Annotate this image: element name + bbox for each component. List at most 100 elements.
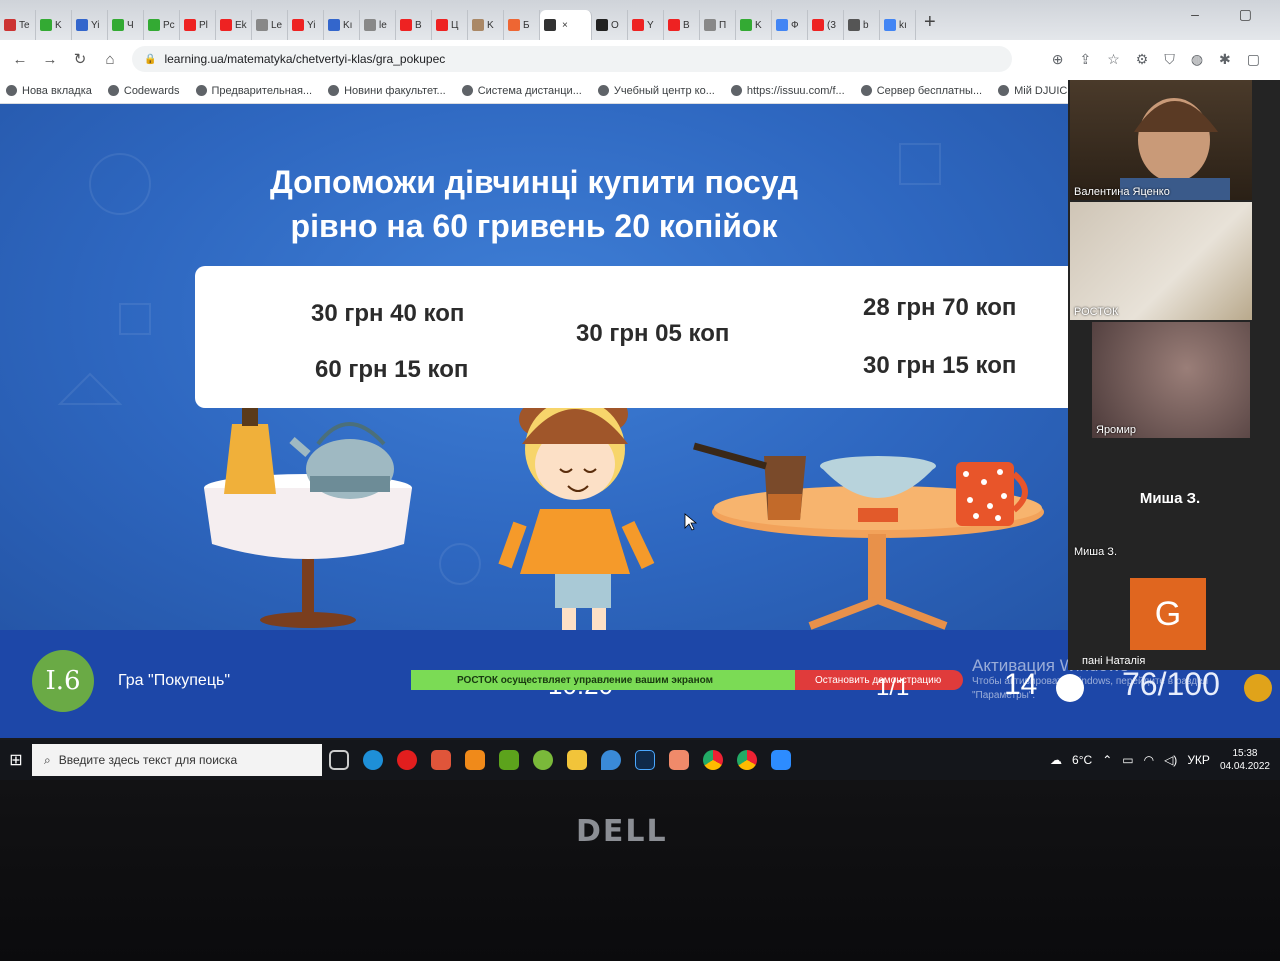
tab-favicon-icon <box>704 19 716 31</box>
new-tab-button[interactable]: + <box>924 11 936 34</box>
browser-tab[interactable]: B <box>396 10 432 40</box>
puzzle-icon[interactable]: ✱ <box>1219 51 1231 68</box>
vlc-icon[interactable] <box>458 740 492 780</box>
bookmark-label: Нова вкладка <box>22 84 92 97</box>
browser-tab[interactable]: Ц <box>432 10 468 40</box>
utorrent-icon[interactable] <box>526 740 560 780</box>
app-icon[interactable] <box>424 740 458 780</box>
tab-label: kı <box>899 19 907 31</box>
price-kettle: 30 грн 40 коп <box>311 300 465 327</box>
browser-tab[interactable]: Kı <box>324 10 360 40</box>
language-indicator[interactable]: УКР <box>1187 753 1210 767</box>
forward-icon[interactable]: → <box>42 51 58 68</box>
chrome-icon[interactable] <box>730 740 764 780</box>
bookmark-icon <box>730 85 742 96</box>
browser-tab[interactable]: b <box>844 10 880 40</box>
browser-tab[interactable]: K <box>468 10 504 40</box>
bookmark-item[interactable]: https://issuu.com/f... <box>730 85 845 97</box>
browser-tab[interactable]: (3 <box>808 10 844 40</box>
browser-tab[interactable]: K <box>736 10 772 40</box>
task-view-icon[interactable] <box>322 740 356 780</box>
reload-icon[interactable]: ↻ <box>72 50 88 68</box>
browser-tab[interactable]: O <box>592 10 628 40</box>
browser-tab[interactable]: Ek <box>216 10 252 40</box>
browser-tab[interactable]: B <box>664 10 700 40</box>
tab-favicon-icon <box>364 19 376 31</box>
window-controls[interactable]: – ▢ <box>1191 6 1270 23</box>
participant-tile[interactable]: Миша З. Миша З. <box>1070 460 1252 560</box>
browser-tab[interactable]: Yi <box>72 10 108 40</box>
tab-favicon-icon <box>112 19 124 31</box>
volume-icon[interactable]: ◁) <box>1164 753 1177 767</box>
star-icon[interactable]: ☆ <box>1107 51 1120 68</box>
browser-tab[interactable]: Te <box>0 10 36 40</box>
shield-icon[interactable]: ⛉ <box>1164 51 1175 68</box>
opera-icon[interactable] <box>390 740 424 780</box>
girl-character <box>498 398 655 630</box>
home-icon[interactable]: ⌂ <box>102 51 118 68</box>
search-icon: ⌕ <box>44 752 51 767</box>
bookmark-item[interactable]: Codewards <box>107 85 180 97</box>
game-canvas[interactable]: Допоможи дівчинці купити посуд рівно на … <box>0 104 1068 630</box>
clock[interactable]: 15:38 04.04.2022 <box>1220 747 1270 773</box>
participant-name: Валентина Яценко <box>1074 186 1170 198</box>
nvidia-icon[interactable] <box>492 740 526 780</box>
windows-start-icon[interactable]: ⊞ <box>0 740 32 780</box>
participant-tile[interactable]: Яромир <box>1092 322 1250 438</box>
edge-icon[interactable] <box>356 740 390 780</box>
bookmark-item[interactable]: Новини факультет... <box>328 85 446 97</box>
bookmark-item[interactable]: Учебный центр ко... <box>597 85 715 97</box>
tab-label: Yi <box>91 19 100 31</box>
globe-icon[interactable]: ◍ <box>1191 51 1203 68</box>
tab-label: Y <box>647 19 654 31</box>
browser-tab[interactable]: le <box>360 10 396 40</box>
browser-tab[interactable]: Pc <box>144 10 180 40</box>
tab-favicon-icon <box>292 19 304 31</box>
tab-label: Б <box>523 19 530 31</box>
sidebar-icon[interactable]: ▢ <box>1247 51 1260 68</box>
taskbar-search[interactable]: ⌕ Введите здесь текст для поиска <box>32 744 322 776</box>
browser-tab[interactable]: Ф <box>772 10 808 40</box>
browser-tab[interactable]: Le <box>252 10 288 40</box>
close-tab-icon[interactable]: × <box>562 20 568 31</box>
browser-tab[interactable]: Y <box>628 10 664 40</box>
wifi-icon[interactable]: ◠ <box>1144 753 1154 767</box>
tab-label: Pc <box>163 19 175 31</box>
browser-tab[interactable]: Pl <box>180 10 216 40</box>
zoom-icon[interactable] <box>764 740 798 780</box>
share-icon[interactable]: ⇪ <box>1079 51 1091 68</box>
bookmark-icon <box>328 85 340 96</box>
weather-icon[interactable]: ☁ <box>1050 753 1062 767</box>
extension-icon[interactable]: ⚙ <box>1136 51 1149 68</box>
participants-panel: Валентина Яценко РОСТОК Яромир Миша З. М… <box>1068 80 1280 670</box>
browser-tab[interactable]: Б <box>504 10 540 40</box>
battery-icon[interactable]: ▭ <box>1122 753 1133 767</box>
address-bar[interactable]: 🔒 learning.ua/matematyka/chetvertyi-klas… <box>132 46 1012 72</box>
back-icon[interactable]: ← <box>12 51 28 68</box>
chrome-icon[interactable] <box>696 740 730 780</box>
participant-tile[interactable]: Валентина Яценко <box>1070 80 1252 200</box>
bookmark-item[interactable]: Предварительная... <box>195 85 312 97</box>
bookmark-item[interactable]: Сервер бесплатны... <box>860 85 982 97</box>
drop-app-icon[interactable] <box>594 740 628 780</box>
photoshop-icon[interactable] <box>628 740 662 780</box>
zoom-icon[interactable]: ⊕ <box>1052 51 1064 68</box>
browser-tab[interactable]: Ч <box>108 10 144 40</box>
chevron-up-icon[interactable]: ⌃ <box>1102 753 1112 767</box>
presentation-icon[interactable] <box>662 740 696 780</box>
participant-tile[interactable]: РОСТОК <box>1070 202 1252 320</box>
browser-tab[interactable]: kı <box>880 10 916 40</box>
price-grater: 30 грн 05 коп <box>576 320 730 347</box>
bookmark-item[interactable]: Система дистанци... <box>461 85 582 97</box>
weather-temp[interactable]: 6°C <box>1072 753 1092 767</box>
bookmark-label: Новини факультет... <box>344 84 446 97</box>
browser-tab[interactable]: Yi <box>288 10 324 40</box>
file-explorer-icon[interactable] <box>560 740 594 780</box>
browser-tab[interactable]: K <box>36 10 72 40</box>
bookmark-item[interactable]: Нова вкладка <box>6 85 92 97</box>
tab-favicon-icon <box>256 19 268 31</box>
browser-tab[interactable]: П <box>700 10 736 40</box>
tab-favicon-icon <box>4 19 16 31</box>
participant-name: пані Наталія <box>1082 655 1146 667</box>
browser-tab[interactable]: × <box>540 10 592 40</box>
